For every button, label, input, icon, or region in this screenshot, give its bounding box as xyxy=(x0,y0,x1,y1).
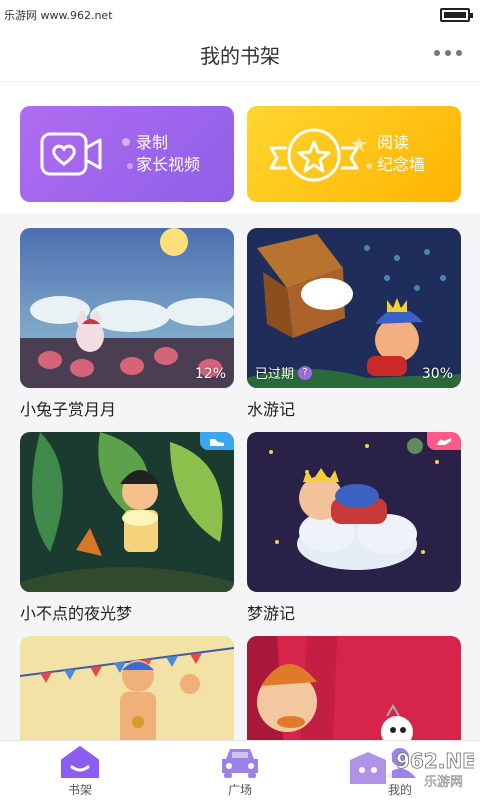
house-icon xyxy=(61,746,99,778)
book-title: 小兔子赏月月 xyxy=(20,400,117,419)
battery-icon xyxy=(440,8,473,22)
bookshelf-grid: 12% 小兔子赏月月 已过期 ? 30% 水游记 小不点的夜光梦 梦游记 xyxy=(0,214,480,740)
decor-stars-icon xyxy=(351,136,372,169)
reading-progress: 12% xyxy=(194,366,226,382)
page-title: 我的书架 xyxy=(200,44,280,68)
banner-wall-line2: 纪念墙 xyxy=(377,155,426,174)
banner-area: 录制 家长视频 阅读 纪念墙 xyxy=(0,82,480,214)
video-heart-icon xyxy=(40,132,102,176)
question-icon[interactable]: ? xyxy=(298,365,313,380)
book-card[interactable]: 已过期 ? 30% 水游记 xyxy=(247,228,461,420)
tab-plaza[interactable]: 广场 xyxy=(190,745,290,798)
watermark-text: 962.NET xyxy=(396,749,474,773)
expired-text: 已过期 xyxy=(255,367,295,382)
reading-progress: 30% xyxy=(421,366,453,382)
more-menu-icon[interactable] xyxy=(434,50,462,56)
book-card[interactable]: 梦游记 xyxy=(247,432,461,624)
book-cover[interactable] xyxy=(20,636,234,740)
star-badge-icon xyxy=(269,128,359,182)
book-cover[interactable] xyxy=(247,432,461,592)
watermark-logo: 962.NET 乐游网 xyxy=(344,748,474,790)
header-bar: 我的书架 xyxy=(0,30,480,82)
banner-video-line1: 录制 xyxy=(136,133,169,152)
banner-video-line2: 家长视频 xyxy=(136,155,201,174)
book-cover[interactable]: 12% xyxy=(20,228,234,388)
shoe-icon xyxy=(437,438,451,445)
car-icon xyxy=(222,749,258,778)
book-card[interactable]: 小不点的夜光梦 xyxy=(20,432,234,624)
cover-illustration xyxy=(247,432,461,592)
cover-illustration xyxy=(20,636,234,740)
status-site-text: 乐游网 www.962.net xyxy=(4,9,113,22)
book-cover[interactable] xyxy=(20,432,234,592)
banner-wall-line1: 阅读 xyxy=(377,133,410,152)
book-title: 梦游记 xyxy=(247,604,296,623)
decor-hearts-icon xyxy=(122,138,133,169)
cover-illustration xyxy=(20,432,234,592)
record-parent-video-banner[interactable]: 录制 家长视频 xyxy=(20,106,234,202)
reading-memorial-wall-banner[interactable]: 阅读 纪念墙 xyxy=(247,106,461,202)
book-title: 小不点的夜光梦 xyxy=(20,604,133,623)
book-card[interactable]: 12% 小兔子赏月月 xyxy=(20,228,234,420)
shoe-icon xyxy=(210,439,224,446)
book-title: 水游记 xyxy=(247,400,296,419)
book-card[interactable] xyxy=(247,636,461,740)
cover-illustration xyxy=(20,228,234,388)
book-cover[interactable] xyxy=(247,636,461,740)
tag-badge xyxy=(427,432,461,450)
tag-badge xyxy=(200,432,234,450)
tab-plaza-label: 广场 xyxy=(227,783,252,797)
cover-illustration xyxy=(247,636,461,740)
watermark-sub: 乐游网 xyxy=(424,775,463,790)
book-card[interactable] xyxy=(20,636,234,740)
book-cover[interactable]: 已过期 ? 30% xyxy=(247,228,461,388)
status-bar: 乐游网 www.962.net xyxy=(0,0,480,30)
expired-badge: 已过期 ? xyxy=(255,363,313,382)
tab-bookshelf-label: 书架 xyxy=(67,783,92,797)
tab-bookshelf[interactable]: 书架 xyxy=(30,745,130,798)
